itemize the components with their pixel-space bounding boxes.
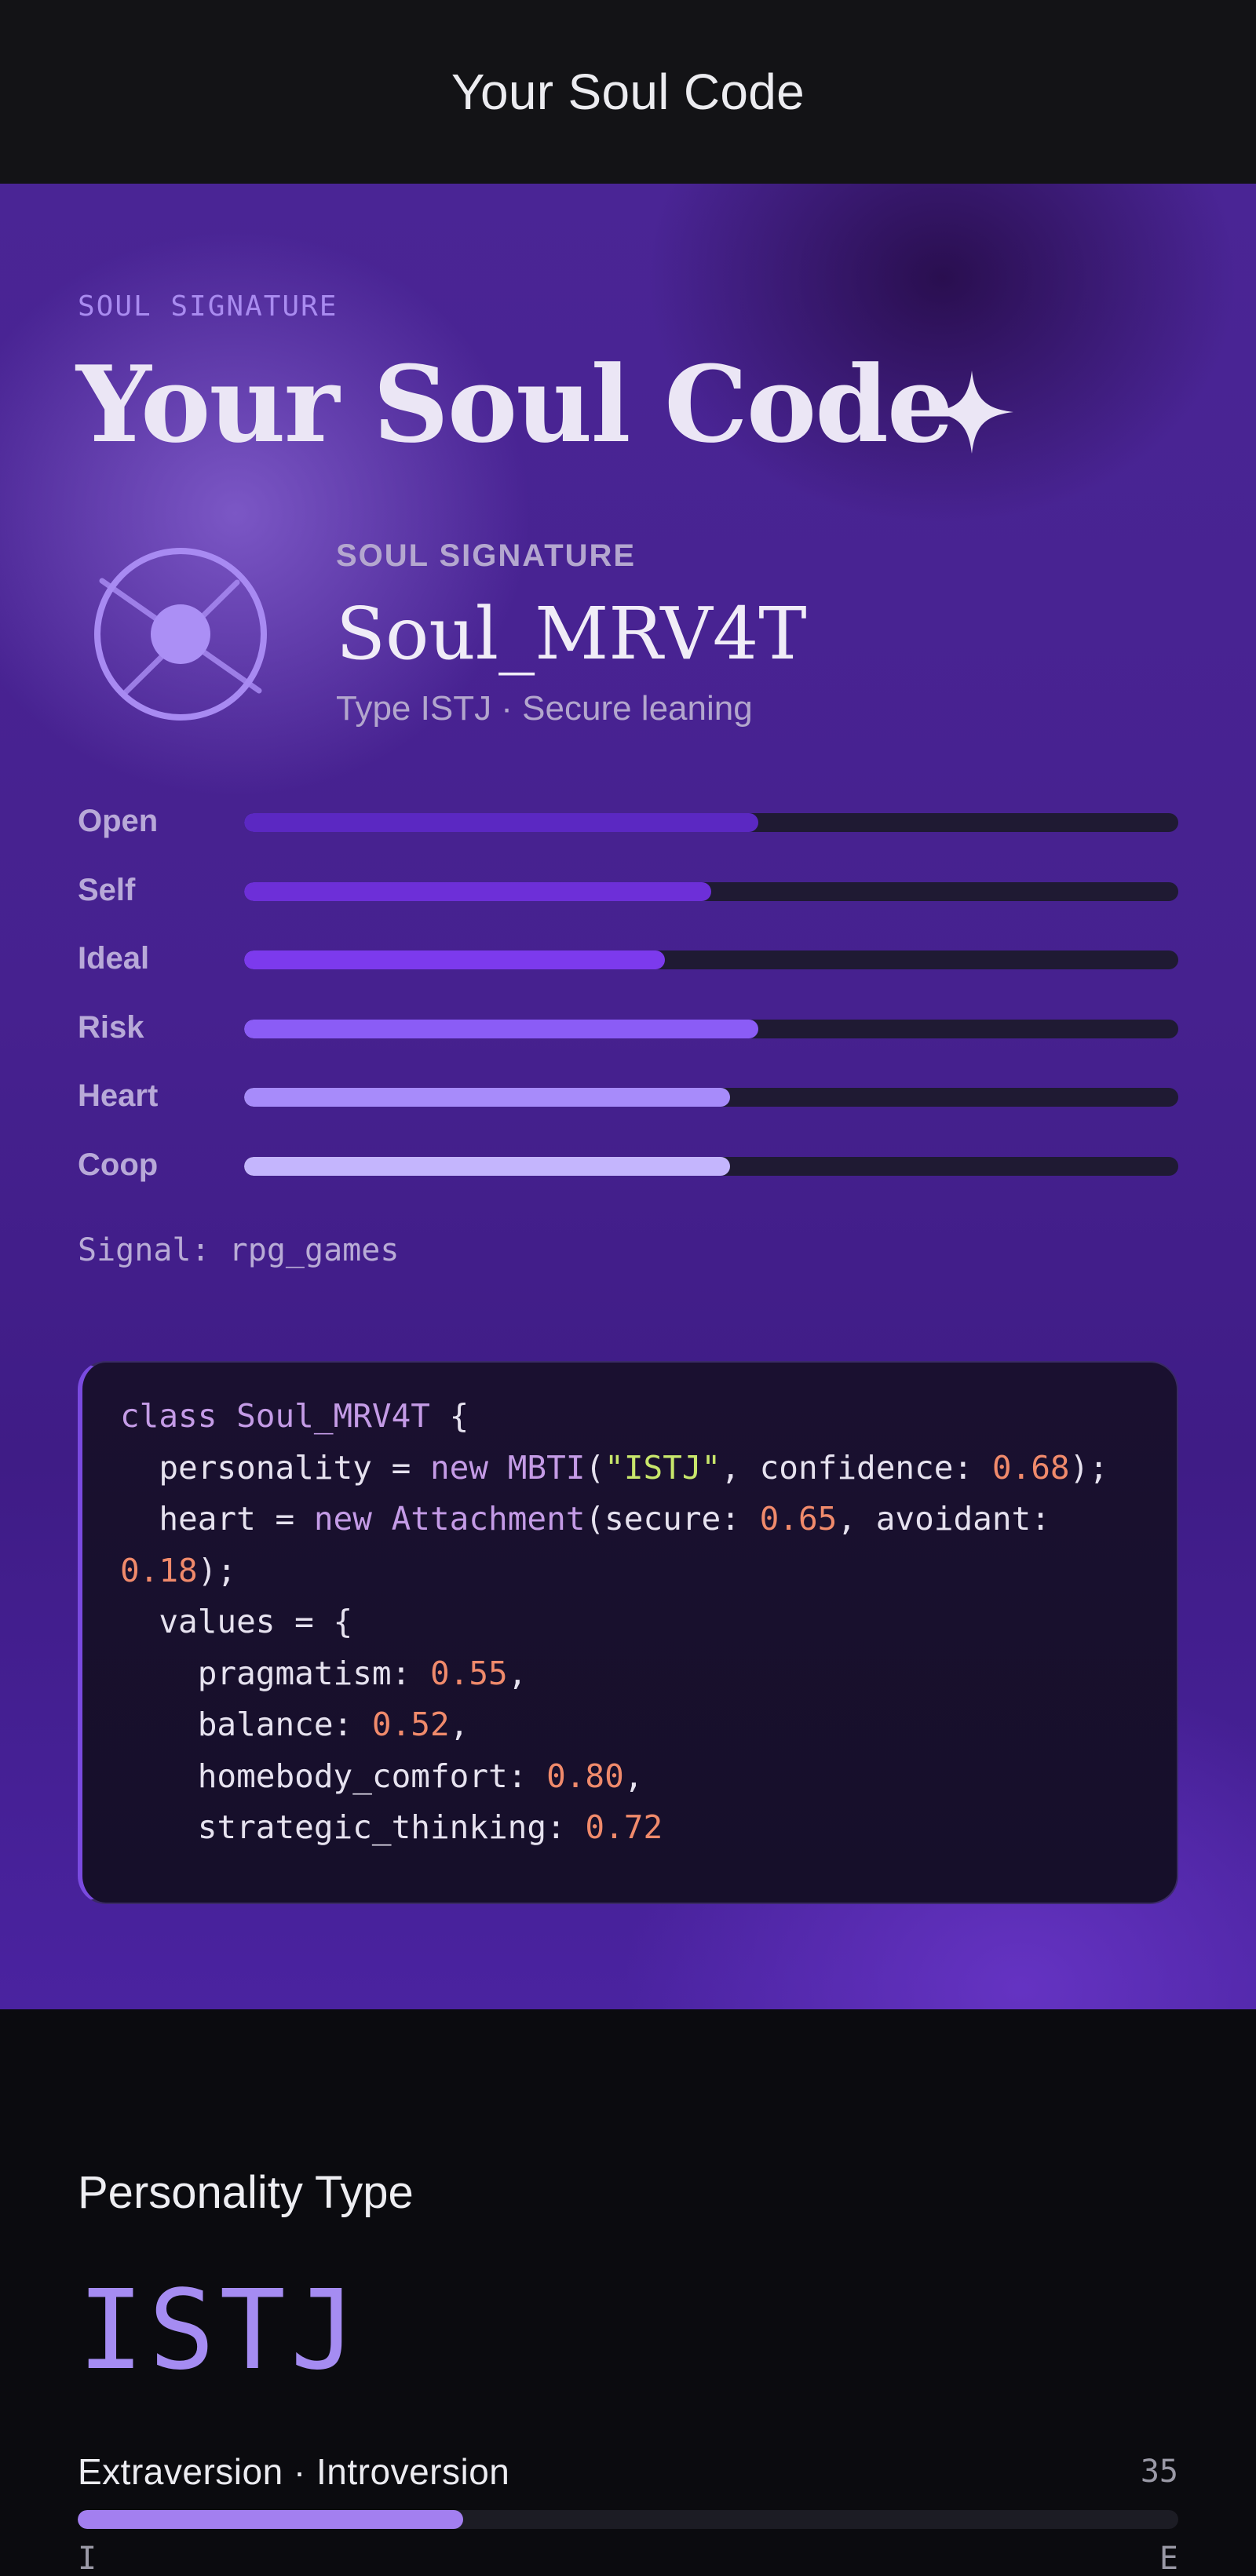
code-class-name: Attachment [391,1500,586,1538]
trait-label: Open [78,804,159,838]
code-line-heart: heart = new Attachment(secure: 0.65, avo… [120,1494,1145,1545]
trait-track [244,950,1178,969]
code-punct: { [429,1397,469,1435]
top-bar: Your Soul Code [0,0,1256,184]
soul-signature-hero: SOUL SIGNATURE Your Soul Code SOUL SIGNA… [0,184,1256,2009]
signature-name: Soul_MRV4T [336,592,807,676]
axis-track [78,2510,1178,2529]
code-text: (secure: [585,1500,760,1538]
trait-bar-risk: Risk [78,1004,1178,1051]
code-text: values = { [120,1603,353,1640]
code-class-name: Soul_MRV4T [236,1397,430,1435]
code-line-heart-cont: 0.18); [120,1545,1145,1597]
code-line-value: balance: 0.52, [120,1699,1145,1751]
soul-code-block: class Soul_MRV4T { personality = new MBT… [78,1361,1178,1904]
axis-left-label: I [78,2541,97,2576]
axis-right-label: E [1159,2541,1178,2576]
trait-fill [244,950,665,969]
code-keyword: new [313,1500,372,1538]
code-text: personality = [120,1448,430,1487]
sparkle-icon [930,370,1013,454]
trait-fill [244,1156,730,1176]
signal-text: Signal: rpg_games [78,1232,400,1268]
code-number: 0.72 [585,1808,663,1846]
trait-track [244,813,1178,832]
soul-emblem-icon [94,548,267,721]
trait-label: Heart [78,1078,159,1113]
trait-fill [244,1019,758,1038]
trait-label: Coop [78,1147,159,1182]
code-punct: , [449,1706,469,1743]
personality-heading: Personality Type [78,2167,414,2218]
code-line-value: pragmatism: 0.55, [120,1648,1145,1700]
axis-fill [78,2510,463,2529]
trait-label: Ideal [78,941,150,976]
trait-bar-ideal: Ideal [78,935,1178,982]
code-number: 0.52 [371,1706,450,1743]
code-line-value: homebody_comfort: 0.80, [120,1751,1145,1803]
trait-fill [244,1088,730,1107]
personality-type: ISTJ [78,2267,362,2395]
axis-value: 35 [1140,2454,1178,2490]
code-line-value: strategic_thinking: 0.72 [120,1802,1145,1854]
signature-subtitle: Type ISTJ · Secure leaning [336,689,753,728]
code-line-personality: personality = new MBTI("ISTJ", confidenc… [120,1443,1145,1494]
code-number: 0.65 [759,1500,838,1538]
trait-fill [244,881,711,901]
trait-track [244,1088,1178,1107]
code-punct: ( [585,1448,605,1487]
code-line-class: class Soul_MRV4T { [120,1391,1145,1443]
code-text: , avoidant: [837,1500,1050,1538]
trait-bar-open: Open [78,797,1178,845]
code-number: 0.68 [991,1448,1070,1487]
code-number: 0.80 [546,1757,624,1795]
trait-track [244,1019,1178,1038]
trait-track [244,881,1178,901]
signature-label: SOUL SIGNATURE [336,538,637,573]
hero-eyebrow: SOUL SIGNATURE [78,290,338,323]
code-key: strategic_thinking: [120,1808,586,1846]
trait-label: Self [78,872,136,907]
trait-label: Risk [78,1009,144,1045]
code-line-values: values = { [120,1596,1145,1648]
axis-label: Extraversion · Introversion [78,2451,510,2492]
trait-fill [244,813,758,832]
code-key: balance: [120,1706,372,1743]
code-text: heart = [120,1500,314,1538]
trait-bar-heart: Heart [78,1072,1178,1119]
page-title: Your Soul Code [451,64,805,120]
code-punct: , [623,1757,644,1795]
trait-bar-self: Self [78,867,1178,914]
code-key: pragmatism: [120,1654,430,1692]
code-key: homebody_comfort: [120,1757,547,1795]
code-number: 0.18 [120,1551,198,1589]
code-keyword: class [120,1397,217,1435]
code-punct: , [507,1654,528,1692]
code-class-name: MBTI [507,1448,586,1487]
code-punct: ); [1069,1448,1108,1487]
hero-title: Your Soul Code [76,342,954,466]
code-string: "ISTJ" [604,1448,721,1487]
code-number: 0.55 [429,1654,508,1692]
code-text: , confidence: [721,1448,992,1487]
code-keyword: new [429,1448,489,1487]
personality-section: Personality Type ISTJ Extraversion · Int… [0,2009,1256,2576]
trait-track [244,1156,1178,1176]
code-punct: ); [197,1551,237,1589]
trait-bar-coop: Coop [78,1141,1178,1188]
